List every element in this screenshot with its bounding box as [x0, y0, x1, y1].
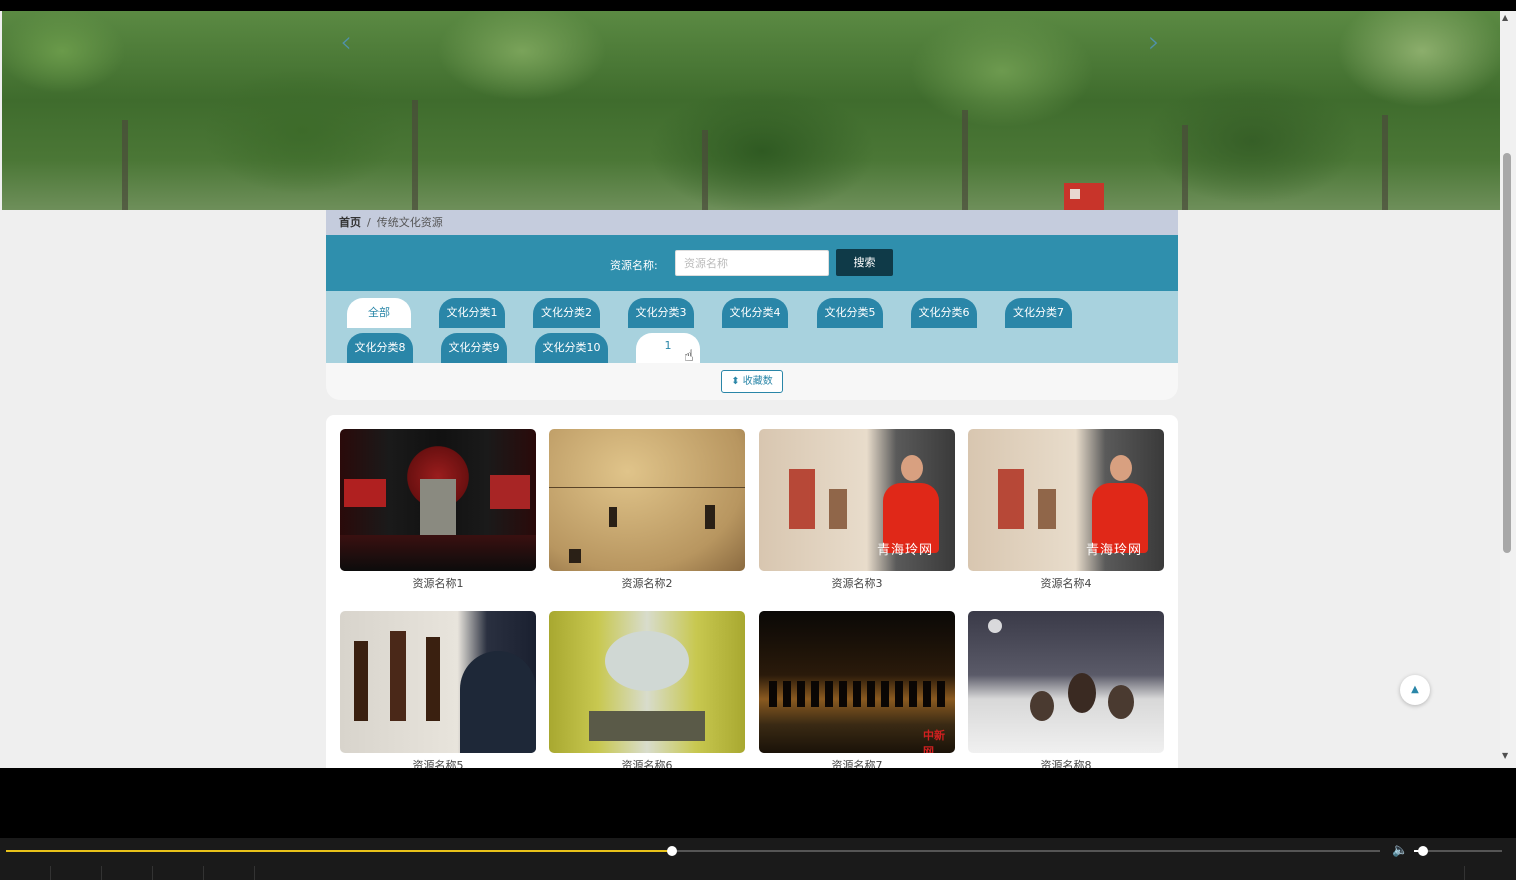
sort-bar: ⬍ 收藏数: [326, 363, 1178, 400]
resource-name[interactable]: 资源名称7: [759, 757, 955, 768]
category-tab-5[interactable]: 文化分类5: [817, 298, 883, 328]
category-tab-10[interactable]: 文化分类10: [535, 333, 608, 363]
watermark-text: 中新网: [923, 729, 945, 753]
resource-card[interactable]: 青海玲网 资源名称3: [759, 429, 955, 591]
toolbar-divider: [101, 866, 102, 880]
toolbar-divider: [1464, 866, 1465, 880]
vertical-scrollbar[interactable]: ▲ ▼: [1500, 11, 1516, 768]
breadcrumb: 首页 / 传统文化资源: [326, 210, 1178, 235]
progress-knob[interactable]: [667, 846, 678, 856]
pottery-exhibit-photo[interactable]: [968, 611, 1164, 753]
resource-card[interactable]: 资源名称6: [549, 611, 745, 768]
sort-by-favorites-button[interactable]: ⬍ 收藏数: [721, 370, 783, 393]
resource-card[interactable]: 青海玲网 资源名称4: [968, 429, 1164, 591]
scrollbar-thumb[interactable]: [1503, 153, 1511, 553]
search-bar: 资源名称: 搜索: [326, 235, 1178, 291]
breadcrumb-home[interactable]: 首页: [339, 216, 361, 229]
resource-card[interactable]: 中新网 资源名称7: [759, 611, 955, 768]
scroll-down-icon[interactable]: ▼: [1502, 751, 1508, 760]
category-tab-9[interactable]: 文化分类9: [441, 333, 507, 363]
search-button[interactable]: 搜索: [836, 249, 893, 276]
shadow-puppet-artist-photo[interactable]: 青海玲网: [968, 429, 1164, 571]
resource-card[interactable]: 资源名称1: [340, 429, 536, 591]
scroll-up-icon[interactable]: ▲: [1502, 13, 1508, 22]
speaker-icon[interactable]: 🔈: [1392, 843, 1408, 858]
category-tabs: 全部 文化分类1 文化分类2 文化分类3 文化分类4 文化分类5 文化分类6 文…: [326, 291, 1178, 363]
toolbar-divider: [50, 866, 51, 880]
hall-interior-photo[interactable]: [549, 611, 745, 753]
category-tab-7[interactable]: 文化分类7: [1005, 298, 1072, 328]
shadow-puppets-photo[interactable]: [340, 611, 536, 753]
chevron-right-icon[interactable]: ›: [1148, 25, 1160, 60]
category-tab-8[interactable]: 文化分类8: [347, 333, 413, 363]
breadcrumb-separator: /: [367, 216, 371, 229]
red-sign: [1064, 183, 1104, 210]
progress-played: [6, 850, 673, 852]
category-tab-6[interactable]: 文化分类6: [911, 298, 977, 328]
volume-knob[interactable]: [1418, 846, 1428, 856]
resource-grid: 资源名称1 资源名称2 青海玲网 资源名称3 青海玲网 资源名称4 资源名称5 …: [326, 415, 1178, 768]
category-tab-1[interactable]: 文化分类1: [439, 298, 505, 328]
watermark-text: 青海玲网: [877, 543, 934, 558]
search-input[interactable]: [675, 250, 829, 276]
rock-painting-photo[interactable]: [549, 429, 745, 571]
video-player-controls: 🔈: [0, 838, 1516, 880]
resource-name[interactable]: 资源名称6: [549, 757, 745, 768]
shadow-puppet-artist-photo[interactable]: 青海玲网: [759, 429, 955, 571]
resource-name[interactable]: 资源名称1: [340, 575, 536, 591]
resource-card[interactable]: 资源名称2: [549, 429, 745, 591]
category-tab-4[interactable]: 文化分类4: [722, 298, 788, 328]
museum-stele-photo[interactable]: [340, 429, 536, 571]
resource-name[interactable]: 资源名称2: [549, 575, 745, 591]
toolbar-divider: [254, 866, 255, 880]
resource-name[interactable]: 资源名称8: [968, 757, 1164, 768]
resource-name[interactable]: 资源名称5: [340, 757, 536, 768]
resource-name[interactable]: 资源名称4: [968, 575, 1164, 591]
progress-track[interactable]: [6, 846, 1380, 856]
breadcrumb-current: 传统文化资源: [376, 216, 443, 229]
arrow-up-icon[interactable]: ▲: [1400, 675, 1430, 705]
resource-name[interactable]: 资源名称3: [759, 575, 955, 591]
chevron-left-icon[interactable]: ‹: [340, 25, 352, 60]
search-label: 资源名称:: [610, 259, 658, 272]
toolbar-divider: [203, 866, 204, 880]
resource-card[interactable]: 资源名称8: [968, 611, 1164, 768]
hand-cursor-icon: ☝: [684, 346, 694, 365]
hero-banner: ‹ ›: [2, 11, 1500, 210]
browser-viewport: ‹ › 首页 / 传统文化资源 资源名称: 搜索 全部 文化分类1 文化分类2 文化…: [0, 11, 1500, 768]
category-tab-2[interactable]: 文化分类2: [533, 298, 600, 328]
watermark-text: 青海玲网: [1086, 543, 1143, 558]
stage-silhouettes-photo[interactable]: 中新网: [759, 611, 955, 753]
volume-track[interactable]: [1414, 846, 1502, 856]
category-tab-3[interactable]: 文化分类3: [628, 298, 694, 328]
toolbar-divider: [152, 866, 153, 880]
resource-card[interactable]: 资源名称5: [340, 611, 536, 768]
category-tab-all[interactable]: 全部: [347, 298, 411, 328]
